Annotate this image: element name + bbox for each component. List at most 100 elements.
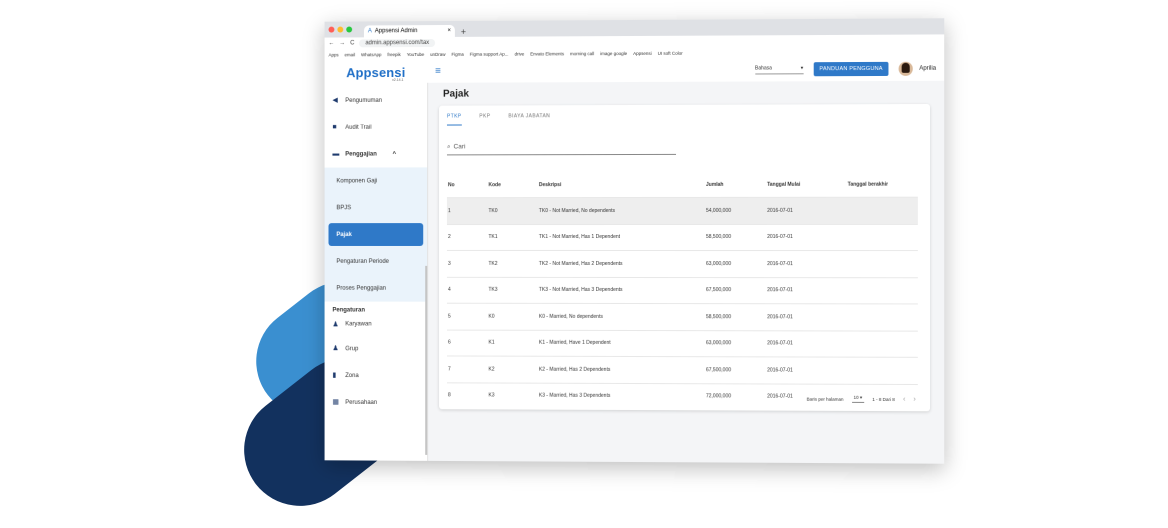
sidebar-item-label: Grup: [345, 345, 359, 352]
rows-per-page-select[interactable]: 10 ▾: [851, 394, 865, 403]
table-cell: [846, 197, 918, 224]
search-input[interactable]: ⌕ Cari: [446, 142, 677, 156]
tab-ptkp[interactable]: PTKP: [446, 113, 462, 126]
sidebar-item-audit-trail[interactable]: ■ Audit Trail: [325, 114, 428, 141]
table-cell: 58,500,000: [704, 303, 767, 331]
user-name[interactable]: Aprilia: [919, 66, 936, 72]
bookmark-item[interactable]: Figma: [451, 51, 463, 56]
table-cell: TK3: [487, 276, 538, 304]
forward-icon[interactable]: →: [339, 40, 345, 46]
bookmark-item[interactable]: morning call: [570, 51, 594, 56]
table-cell: K1: [487, 329, 538, 357]
back-icon[interactable]: ←: [329, 40, 335, 46]
table-cell: 58,500,000: [704, 223, 767, 251]
table-cell: 8: [446, 382, 488, 409]
rows-per-page-value: 10: [853, 394, 859, 400]
sidebar-item-label: Pengumuman: [345, 97, 383, 104]
sidebar-section-pengaturan: Pengaturan: [332, 307, 365, 314]
bookmark-item[interactable]: image google: [600, 51, 627, 56]
table-cell: TK0 - Not Married, No dependents: [537, 197, 705, 225]
table-row[interactable]: 6 K1 K1 - Married, Have 1 Dependent 63,000,…: [446, 329, 918, 358]
pagination-range: 1 - 8 Dari 8: [872, 396, 895, 402]
table-cell: 2016-07-01: [766, 197, 847, 224]
new-tab-icon[interactable]: +: [461, 27, 466, 37]
table-cell: 63,000,000: [704, 250, 767, 278]
language-select[interactable]: Bahasa ▾: [754, 64, 804, 74]
reload-icon[interactable]: C: [350, 40, 354, 46]
bookmark-item[interactable]: freepik: [387, 52, 400, 57]
pagination: Baris per halaman 10 ▾ 1 - 8 Dari 8 ‹ ›: [806, 394, 916, 403]
sidebar-item-penggajian[interactable]: ▬ Penggajian ^: [325, 141, 428, 168]
hamburger-menu-icon[interactable]: ≡: [435, 65, 441, 76]
bookmark-item[interactable]: YouTube: [407, 51, 424, 56]
table-cell: 6: [446, 329, 488, 357]
sidebar-item-label: Audit Trail: [345, 124, 372, 131]
table-row[interactable]: 2 TK1 TK1 - Not Married, Has 1 Dependent 58…: [446, 223, 918, 251]
table-cell: 2016-07-01: [766, 277, 847, 304]
column-header: No: [447, 182, 455, 189]
app-container: Appsensi v2.14.1 ◀ Pengumuman ■ Audit Tr…: [324, 56, 945, 464]
sidebar-subitem-bpjs[interactable]: BPJS: [324, 194, 428, 222]
table-cell: K3 - Married, Has 3 Dependents: [537, 382, 705, 410]
tab-pkp[interactable]: PKP: [479, 113, 490, 125]
sidebar-item-label: Zona: [345, 372, 359, 379]
next-page-icon[interactable]: ›: [913, 396, 915, 403]
url-field[interactable]: admin.appsensi.com/tax: [359, 38, 436, 48]
table-cell: [846, 250, 918, 278]
sidebar-item-perusahaan[interactable]: ▦ Perusahaan: [325, 389, 428, 416]
table-row[interactable]: 7 K2 K2 - Married, Has 2 Dependents 67,500,…: [446, 355, 918, 385]
column-header: Kode: [488, 182, 501, 189]
group-icon: ♟: [332, 345, 339, 353]
table-cell: 2016-07-01: [766, 356, 847, 384]
tab-biaya-jabatan[interactable]: BIAYA JABATAN: [508, 113, 550, 125]
sidebar-item-karyawan[interactable]: ♟ Karyawan: [325, 313, 428, 335]
table-cell: 2: [446, 224, 488, 251]
payroll-icon: ▬: [332, 150, 340, 158]
sidebar-subitem-proses-penggajian[interactable]: Proses Penggajian: [324, 274, 428, 302]
bookmark-item[interactable]: WhatsApp: [361, 52, 381, 57]
rows-per-page-label: Baris per halaman: [806, 396, 844, 402]
table-row[interactable]: 3 TK2 TK2 - Not Married, Has 2 Dependents 6…: [446, 250, 918, 278]
sidebar-item-pengumuman[interactable]: ◀ Pengumuman: [325, 87, 428, 114]
app-logo[interactable]: Appsensi v2.14.1: [325, 59, 428, 87]
minimize-window-icon[interactable]: [337, 26, 344, 33]
bookmark-item[interactable]: Figma support Ap...: [470, 51, 509, 56]
table-cell: 2016-07-01: [766, 303, 847, 331]
column-header: Tanggal berakhir: [847, 181, 889, 188]
maximize-window-icon[interactable]: [346, 26, 353, 33]
table-cell: [846, 330, 918, 358]
sidebar-item-zona[interactable]: ▮ Zona: [325, 362, 428, 389]
sidebar-subitem-pajak-wrapper: Pajak: [324, 221, 428, 248]
close-window-icon[interactable]: [328, 26, 335, 33]
sidebar-subitem-pajak[interactable]: Pajak: [328, 223, 424, 246]
sidebar-item-grup[interactable]: ♟ Grup: [325, 335, 428, 362]
close-tab-icon[interactable]: ×: [447, 28, 450, 34]
bookmark-item[interactable]: email: [345, 52, 356, 57]
sidebar-subitem-komponen-gaji[interactable]: Komponen Gaji: [324, 167, 428, 195]
table-row[interactable]: 5 K0 K0 - Married, No dependents 58,500,000…: [446, 303, 918, 331]
browser-tab[interactable]: A Appsensi Admin ×: [363, 24, 455, 38]
table-row[interactable]: 4 TK3 TK3 - Not Married, Has 3 Dependents 6…: [446, 276, 918, 304]
bookmark-item[interactable]: Apps: [329, 52, 339, 57]
table-cell: [846, 223, 918, 251]
column-header: Tanggal Mulai: [767, 181, 801, 188]
sidebar-subitem-pengaturan-periode[interactable]: Pengaturan Periode: [324, 247, 428, 275]
previous-page-icon[interactable]: ‹: [903, 396, 905, 403]
bookmark-item[interactable]: drive: [514, 51, 524, 56]
bookmark-item[interactable]: UI soft Color: [658, 50, 683, 55]
table-header-row: No Kode Deskripsi Jumlah Tanggal Mulai Tangga…: [447, 173, 918, 198]
user-guide-button[interactable]: PANDUAN PENGGUNA: [813, 61, 889, 77]
column-header: Jumlah: [705, 181, 724, 188]
search-icon: ⌕: [446, 143, 451, 151]
window-controls: [328, 26, 353, 33]
bookmark-item[interactable]: unDraw: [430, 51, 445, 56]
table-row[interactable]: 1 TK0 TK0 - Not Married, No dependents 54,0…: [446, 197, 918, 225]
tax-card: PTKP PKP BIAYA JABATAN ⌕ Cari No Kode Desk…: [439, 103, 931, 412]
sidebar-item-label: Karyawan: [345, 321, 372, 328]
language-value: Bahasa: [754, 64, 772, 71]
avatar[interactable]: [898, 61, 914, 76]
bookmark-item[interactable]: Appsensi: [633, 50, 652, 55]
bookmark-item[interactable]: Envato Elements: [530, 51, 564, 56]
chevron-up-icon[interactable]: ^: [393, 151, 396, 157]
sidebar-item-label: Perusahaan: [345, 399, 378, 406]
